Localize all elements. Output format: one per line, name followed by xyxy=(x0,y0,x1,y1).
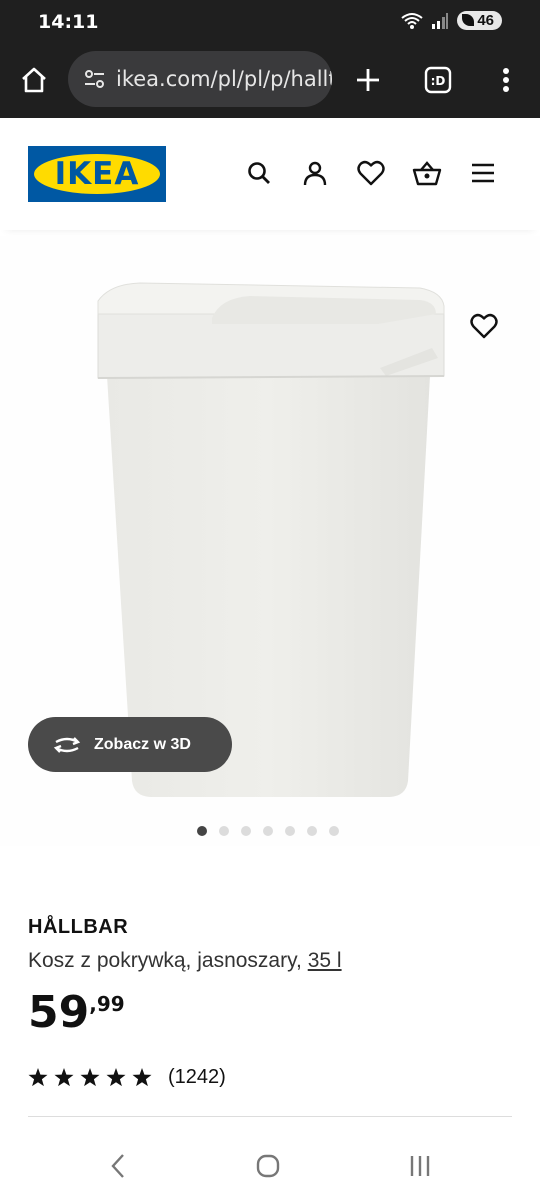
favourites-button[interactable] xyxy=(356,158,386,188)
status-icons: 46 xyxy=(401,11,502,30)
logo-text: IKEA xyxy=(54,156,140,192)
rotate-3d-icon xyxy=(53,736,81,753)
home-nav-button[interactable] xyxy=(248,1150,288,1182)
browser-toolbar: ikea.com/pl/pl/p/hallt :D xyxy=(0,44,540,118)
search-icon xyxy=(248,162,270,184)
product-price: 59 ,99 xyxy=(28,988,125,1038)
carousel-dot[interactable] xyxy=(263,826,273,836)
carousel-dot[interactable] xyxy=(307,826,317,836)
svg-text::D: :D xyxy=(431,74,446,88)
account-button[interactable] xyxy=(300,158,330,188)
home-button[interactable] xyxy=(12,58,56,102)
carousel-dot[interactable] xyxy=(285,826,295,836)
new-tab-button[interactable] xyxy=(346,58,390,102)
image-carousel-dots xyxy=(197,826,339,836)
system-navigation-bar xyxy=(0,1132,540,1200)
browser-menu-button[interactable] xyxy=(484,58,528,102)
status-time: 14:11 xyxy=(38,11,99,33)
product-name: HÅLLBAR xyxy=(28,916,129,938)
product-description: Kosz z pokrywką, jasnoszary, 35 l xyxy=(28,949,342,973)
heart-icon xyxy=(470,313,498,339)
back-chevron-icon xyxy=(111,1154,124,1178)
home-icon xyxy=(22,67,46,93)
wifi-icon xyxy=(401,12,423,29)
view-in-3d-label: Zobacz w 3D xyxy=(94,735,191,753)
hamburger-menu-icon xyxy=(472,163,494,183)
carousel-dot[interactable] xyxy=(197,826,207,836)
recent-apps-button[interactable] xyxy=(400,1150,440,1182)
heart-icon xyxy=(357,160,385,186)
product-size-link[interactable]: 35 l xyxy=(308,949,342,972)
carousel-dot[interactable] xyxy=(241,826,251,836)
product-rating[interactable]: (1242) xyxy=(28,1066,226,1089)
site-settings-icon[interactable] xyxy=(80,64,110,94)
star-icon xyxy=(106,1068,126,1087)
price-decimal: ,99 xyxy=(89,992,125,1016)
plus-icon xyxy=(357,69,379,91)
star-icon xyxy=(28,1068,48,1087)
price-integer: 59 xyxy=(28,987,90,1038)
tab-switcher-button[interactable]: :D xyxy=(416,58,460,102)
home-circle-icon xyxy=(256,1154,280,1178)
tabs-icon: :D xyxy=(424,66,452,94)
star-icon xyxy=(132,1068,152,1087)
carousel-dot[interactable] xyxy=(219,826,229,836)
shopping-bag-icon xyxy=(412,161,442,186)
recent-apps-icon xyxy=(410,1156,430,1176)
site-header: IKEA xyxy=(0,118,540,230)
url-text: ikea.com/pl/pl/p/hallt xyxy=(116,67,332,91)
battery-saver-icon xyxy=(462,14,475,26)
divider xyxy=(28,1116,512,1117)
user-icon xyxy=(303,161,327,186)
cart-button[interactable] xyxy=(412,158,442,188)
address-bar[interactable]: ikea.com/pl/pl/p/hallt xyxy=(68,51,332,107)
view-in-3d-button[interactable]: Zobacz w 3D xyxy=(28,717,232,772)
search-button[interactable] xyxy=(244,158,274,188)
signal-icon xyxy=(432,12,449,29)
product-description-text: Kosz z pokrywką, jasnoszary, xyxy=(28,949,302,972)
ikea-logo[interactable]: IKEA xyxy=(28,146,166,202)
more-vertical-icon xyxy=(503,68,509,92)
menu-button[interactable] xyxy=(468,158,498,188)
status-bar: 14:11 46 xyxy=(0,0,540,44)
battery-level: 46 xyxy=(477,12,494,29)
back-button[interactable] xyxy=(98,1150,138,1182)
star-icon xyxy=(54,1068,74,1087)
carousel-dot[interactable] xyxy=(329,826,339,836)
add-to-favourites-button[interactable] xyxy=(466,308,502,344)
battery-indicator: 46 xyxy=(457,11,502,30)
star-icon xyxy=(80,1068,100,1087)
review-count: (1242) xyxy=(168,1066,226,1088)
